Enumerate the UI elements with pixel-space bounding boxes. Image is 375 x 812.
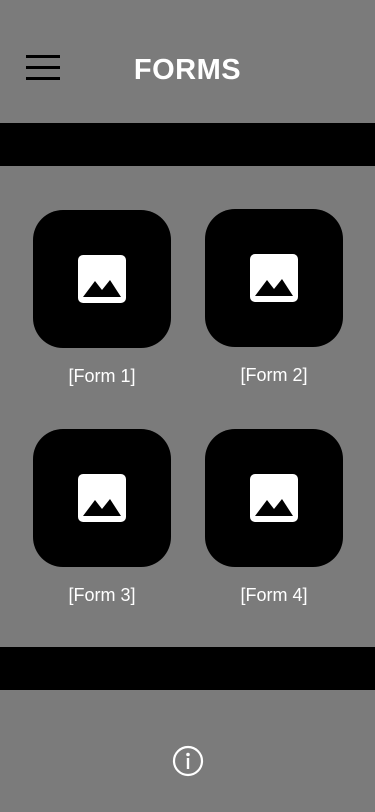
form-label: [Form 1] bbox=[68, 366, 136, 386]
form-label: [Form 3] bbox=[68, 585, 136, 605]
forms-grid: [Form 1] [Form 2] [Form 3] [Form 4] bbox=[0, 166, 375, 647]
form-thumbnail bbox=[33, 429, 171, 567]
form-thumbnail bbox=[205, 209, 343, 347]
image-placeholder-icon bbox=[78, 255, 126, 303]
image-placeholder-icon bbox=[78, 474, 126, 522]
app-header: FORMS bbox=[0, 0, 375, 123]
form-label: [Form 4] bbox=[240, 585, 308, 605]
form-tile-2[interactable]: [Form 2] bbox=[205, 209, 343, 386]
image-placeholder-icon bbox=[250, 254, 298, 302]
form-tile-3[interactable]: [Form 3] bbox=[33, 429, 171, 606]
form-label: [Form 2] bbox=[240, 365, 308, 385]
form-thumbnail bbox=[205, 429, 343, 567]
info-button[interactable] bbox=[172, 745, 204, 777]
info-icon bbox=[172, 745, 204, 777]
image-placeholder-icon bbox=[250, 474, 298, 522]
form-tile-1[interactable]: [Form 1] bbox=[33, 210, 171, 387]
bottom-banner bbox=[0, 647, 375, 690]
page-title: FORMS bbox=[133, 54, 242, 86]
form-tile-4[interactable]: [Form 4] bbox=[205, 429, 343, 606]
form-thumbnail bbox=[33, 210, 171, 348]
app-footer bbox=[0, 690, 375, 812]
top-banner bbox=[0, 123, 375, 166]
